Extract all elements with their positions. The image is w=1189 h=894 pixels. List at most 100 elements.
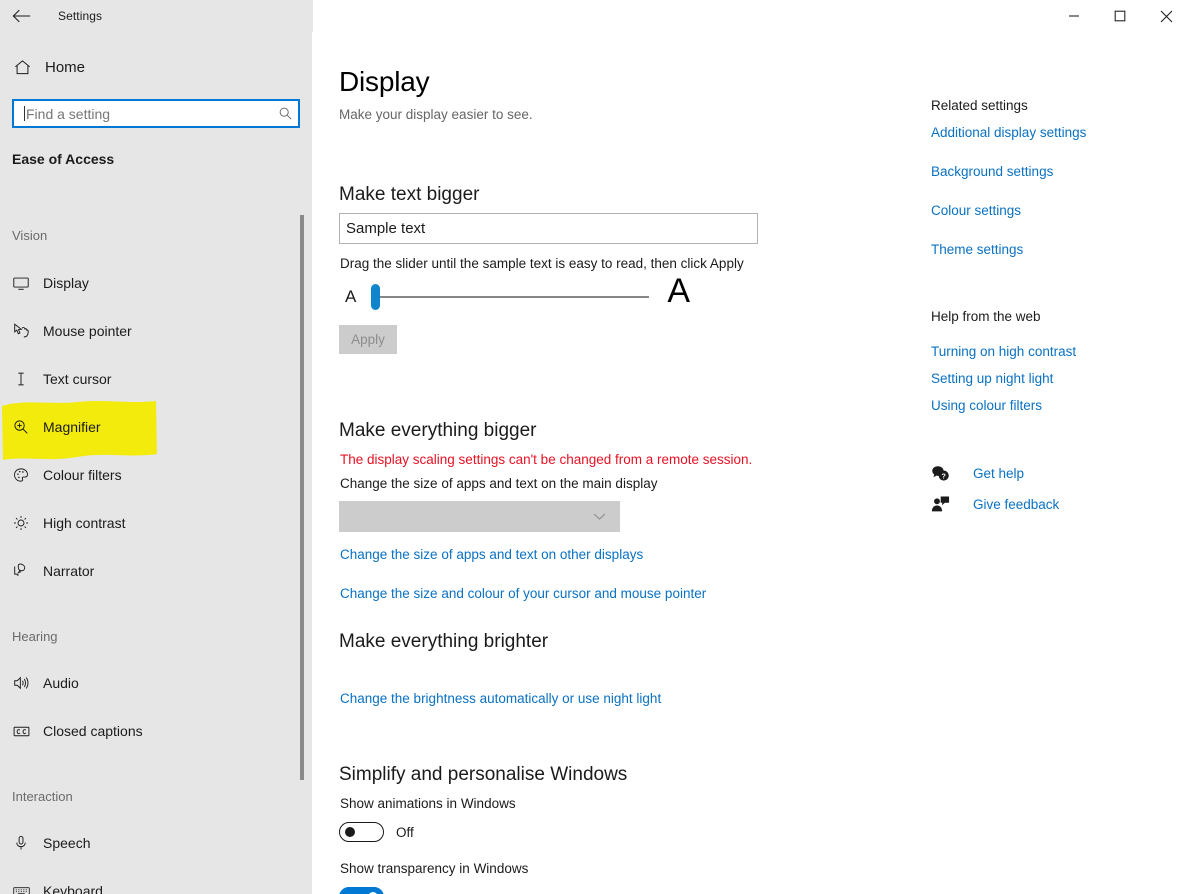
sidebar-item-label: Display	[43, 275, 89, 291]
sample-text-box[interactable]: Sample text	[339, 213, 758, 244]
heading-make-everything-brighter: Make everything brighter	[339, 630, 549, 652]
window-controls	[1051, 0, 1189, 32]
get-help-label: Get help	[973, 465, 1025, 481]
sidebar-item-narrator[interactable]: Narrator	[0, 551, 300, 591]
search-input[interactable]: Find a setting	[12, 99, 300, 128]
sidebar-group-hearing: Hearing	[12, 629, 58, 644]
toggle-knob	[345, 827, 355, 837]
give-feedback-label: Give feedback	[973, 496, 1060, 512]
sidebar-group-vision: Vision	[12, 228, 48, 243]
scaling-warning-text: The display scaling settings can't be ch…	[340, 452, 753, 467]
sidebar-item-speech[interactable]: Speech	[0, 823, 300, 863]
slider-max-label: A	[667, 272, 690, 310]
sidebar-category-title: Ease of Access	[12, 151, 115, 167]
slider-min-label: A	[345, 287, 357, 306]
link-brightness-night-light[interactable]: Change the brightness automatically or u…	[340, 691, 661, 706]
chevron-down-icon	[593, 508, 606, 526]
sidebar-scrollbar-thumb[interactable]	[300, 215, 304, 780]
speaker-icon	[0, 674, 42, 692]
back-arrow-icon[interactable]	[0, 0, 44, 32]
monitor-icon	[0, 274, 42, 292]
window-title: Settings	[58, 9, 103, 23]
scale-dropdown-label: Change the size of apps and text on the …	[340, 476, 658, 491]
heading-make-text-bigger: Make text bigger	[339, 183, 480, 205]
search-icon[interactable]	[272, 106, 298, 121]
sidebar-item-label: Closed captions	[43, 723, 143, 739]
toggle-show-animations[interactable]	[339, 822, 384, 842]
heading-simplify-personalise: Simplify and personalise Windows	[339, 763, 628, 785]
toggle-label-animations: Show animations in Windows	[340, 796, 516, 811]
sidebar-item-label: Keyboard	[43, 883, 103, 894]
sidebar-item-label: High contrast	[43, 515, 126, 531]
search-caret	[24, 106, 25, 121]
heading-make-everything-bigger: Make everything bigger	[339, 419, 537, 441]
home-icon	[0, 58, 44, 77]
search-placeholder: Find a setting	[26, 105, 111, 122]
slider-hint-text: Drag the slider until the sample text is…	[340, 256, 744, 271]
sidebar-item-high-contrast[interactable]: High contrast	[0, 503, 300, 543]
sidebar-group-interaction: Interaction	[12, 789, 73, 804]
sidebar-item-label: Speech	[43, 835, 91, 851]
help-link-night-light[interactable]: Setting up night light	[931, 371, 1053, 386]
toggle-label-transparency: Show transparency in Windows	[340, 861, 529, 876]
sample-text-value: Sample text	[346, 220, 426, 237]
related-link-theme[interactable]: Theme settings	[931, 242, 1023, 257]
sidebar-home-item[interactable]: Home	[0, 52, 300, 82]
sidebar-item-closed-captions[interactable]: Closed captions	[0, 711, 300, 751]
page-title: Display	[339, 65, 430, 97]
microphone-icon	[0, 834, 42, 852]
text-cursor-icon	[0, 370, 42, 388]
narrator-icon	[0, 562, 42, 580]
sidebar-item-keyboard[interactable]: Keyboard	[0, 871, 300, 894]
closed-captions-icon	[0, 722, 42, 741]
sidebar-item-text-cursor[interactable]: Text cursor	[0, 359, 300, 399]
help-link-high-contrast[interactable]: Turning on high contrast	[931, 344, 1076, 359]
sidebar-item-label: Audio	[43, 675, 79, 691]
settings-window: Home Find a setting Ease of Access Visio…	[0, 0, 1189, 894]
title-bar: Settings	[0, 0, 1189, 32]
get-help-icon: ?	[931, 464, 961, 483]
toggle-show-transparency[interactable]	[339, 887, 384, 894]
help-link-colour-filters[interactable]: Using colour filters	[931, 398, 1042, 413]
get-help-action[interactable]: ? Get help	[931, 462, 1024, 484]
text-size-slider[interactable]: A A	[345, 274, 690, 314]
sidebar-item-mouse-pointer[interactable]: Mouse pointer	[0, 311, 300, 351]
link-size-other-displays[interactable]: Change the size of apps and text on othe…	[340, 547, 643, 562]
give-feedback-icon	[931, 495, 961, 514]
sidebar-item-audio[interactable]: Audio	[0, 663, 300, 703]
link-cursor-size-colour[interactable]: Change the size and colour of your curso…	[340, 586, 706, 601]
title-bar-left: Settings	[0, 0, 313, 32]
sidebar-item-label: Colour filters	[43, 467, 122, 483]
related-settings-heading: Related settings	[931, 98, 1028, 113]
give-feedback-action[interactable]: Give feedback	[931, 493, 1059, 515]
sidebar: Home Find a setting Ease of Access Visio…	[0, 0, 313, 894]
brightness-icon	[0, 514, 42, 532]
sidebar-home-label: Home	[45, 58, 86, 76]
apply-button[interactable]: Apply	[339, 325, 397, 354]
sidebar-item-label: Mouse pointer	[43, 323, 132, 339]
maximize-icon[interactable]	[1097, 0, 1143, 32]
sidebar-item-display[interactable]: Display	[0, 263, 300, 303]
slider-thumb[interactable]	[371, 284, 380, 310]
svg-text:?: ?	[942, 471, 946, 480]
palette-icon	[0, 466, 42, 484]
help-from-web-heading: Help from the web	[931, 309, 1041, 324]
sidebar-item-label: Magnifier	[43, 419, 101, 435]
related-link-colour[interactable]: Colour settings	[931, 203, 1021, 218]
related-link-background[interactable]: Background settings	[931, 164, 1053, 179]
sidebar-item-magnifier[interactable]: Magnifier	[0, 407, 300, 447]
mouse-pointer-icon	[0, 322, 42, 340]
scale-dropdown[interactable]	[339, 501, 620, 532]
page-subtitle: Make your display easier to see.	[339, 107, 533, 122]
related-link-additional-display[interactable]: Additional display settings	[931, 125, 1086, 140]
minimize-icon[interactable]	[1051, 0, 1097, 32]
sidebar-item-label: Text cursor	[43, 371, 112, 387]
magnifier-icon	[0, 418, 42, 436]
close-icon[interactable]	[1143, 0, 1189, 32]
keyboard-icon	[0, 882, 42, 894]
sidebar-item-label: Narrator	[43, 563, 95, 579]
toggle-state-animations: Off	[396, 825, 414, 840]
sidebar-item-colour-filters[interactable]: Colour filters	[0, 455, 300, 495]
right-panel: Related settings Additional display sett…	[920, 0, 1189, 894]
slider-track[interactable]	[377, 296, 649, 298]
